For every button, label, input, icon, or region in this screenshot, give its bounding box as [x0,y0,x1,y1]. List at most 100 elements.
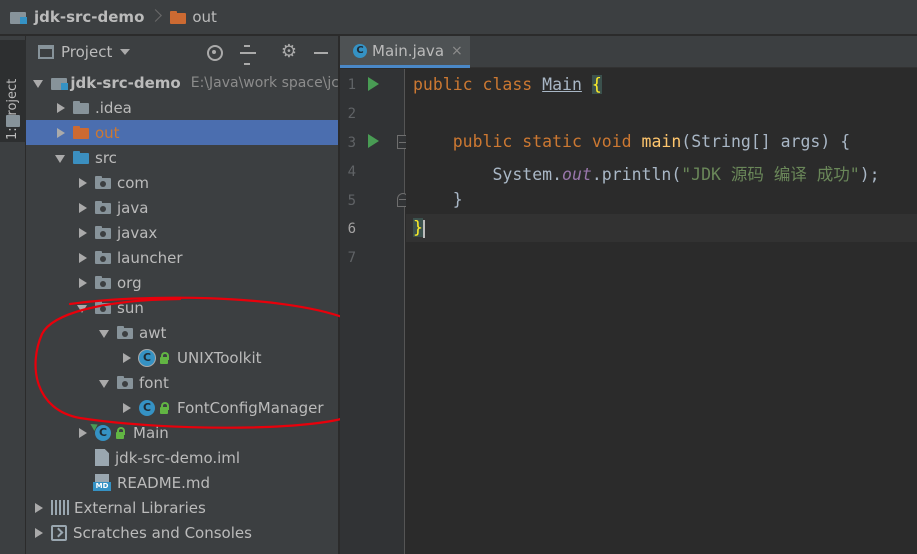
lock-icon [115,426,125,439]
line-number: 2 [347,106,356,122]
collapse-arrow-icon[interactable] [75,175,91,191]
excluded-folder-icon [73,126,89,139]
folder-icon [6,115,20,127]
collapse-arrow-icon[interactable] [75,275,91,291]
tree-item-readme[interactable]: README.md [26,470,338,495]
keyword: class [482,75,533,94]
expand-arrow-icon[interactable] [53,150,69,166]
tree-item-external-libraries[interactable]: External Libraries [26,495,338,520]
expand-arrow-icon[interactable] [31,75,47,91]
tree-item-launcher[interactable]: launcher [26,245,338,270]
code-editor[interactable]: public class Main { public static void m… [406,69,917,554]
tree-item-fontconfigmanager[interactable]: FontConfigManager [26,395,338,420]
runnable-class-icon [95,424,111,441]
class-icon [139,399,155,416]
tab-label: Main.java [372,41,445,60]
tree-item-src[interactable]: src [26,145,338,170]
collapse-arrow-icon[interactable] [75,200,91,216]
tree-item-label: out [95,123,120,142]
caret-line-highlight [406,214,917,242]
package-icon [117,376,133,389]
tree-item-unixtoolkit[interactable]: UNIXToolkit [26,345,338,370]
scratches-icon [51,524,67,541]
tree-item-org[interactable]: org [26,270,338,295]
package-icon [95,226,111,239]
tree-item-label: com [117,173,150,192]
expand-arrow-icon[interactable] [97,375,113,391]
markdown-file-icon [93,474,111,491]
collapse-arrow-icon[interactable] [53,100,69,116]
source-folder-icon [73,151,89,164]
line-number: 3 [347,135,356,151]
tree-item-out[interactable]: out [26,120,338,145]
class-name: Main [542,75,582,94]
collapse-arrow-icon[interactable] [119,400,135,416]
close-icon[interactable]: × [451,44,463,58]
tool-tab-project[interactable]: 1: Project [0,40,26,142]
chevron-down-icon[interactable] [120,49,131,55]
collapse-arrow-icon[interactable] [119,350,135,366]
tree-item-sun[interactable]: sun [26,295,338,320]
navigation-bar: jdk-src-demo out [0,0,917,35]
collapse-arrow-icon[interactable] [31,500,47,516]
expand-arrow-icon[interactable] [97,325,113,341]
keyword: void [591,132,632,151]
left-tool-strip: 1: Project [0,36,26,554]
tree-item-iml[interactable]: jdk-src-demo.iml [26,445,338,470]
collapse-all-icon[interactable] [239,43,259,65]
tree-item-label: javax [117,223,158,242]
tree-item-label: jdk-src-demo [70,73,181,92]
collapse-arrow-icon[interactable] [53,125,69,141]
project-view-selector[interactable]: Project [61,43,112,61]
breadcrumb-project-label: jdk-src-demo [34,8,145,26]
module-folder-icon [51,76,69,90]
tree-item-javax[interactable]: javax [26,220,338,245]
tree-item-font[interactable]: font [26,370,338,395]
expand-arrow-icon[interactable] [75,300,91,316]
tree-item-scratches[interactable]: Scratches and Consoles [26,520,338,545]
run-method-icon[interactable] [368,134,379,148]
project-panel-header: Project ⚙ [26,36,338,68]
library-icon [51,500,69,515]
package-icon [95,301,111,314]
tree-item-main[interactable]: Main [26,420,338,445]
keyword: public [452,132,513,151]
collapse-arrow-icon[interactable] [75,250,91,266]
breadcrumb-project[interactable]: jdk-src-demo [10,8,144,26]
package-icon [95,201,111,214]
code-line-5: } [413,190,463,209]
collapse-arrow-icon[interactable] [75,425,91,441]
editor-tab-bar: Main.java × [340,36,917,68]
hide-panel-icon[interactable] [312,43,332,63]
text-cursor [422,219,425,238]
tree-item-awt[interactable]: awt [26,320,338,345]
tab-main-java[interactable]: Main.java × [340,36,470,68]
class-icon [353,43,367,58]
brace: } [452,190,463,209]
folder-icon [73,101,89,114]
lock-icon [159,351,169,364]
gear-icon[interactable]: ⚙ [279,42,299,62]
module-file-icon [95,449,109,466]
module-folder-icon [10,10,28,24]
collapse-arrow-icon[interactable] [31,525,47,541]
editor-gutter: 1 2 3 4 5 6 7 [340,69,409,554]
tree-item-com[interactable]: com [26,170,338,195]
brace: { [591,75,602,94]
locate-file-icon[interactable] [205,43,225,63]
line-number: 7 [347,250,356,266]
tree-item-java[interactable]: java [26,195,338,220]
tree-item-label: awt [139,323,167,342]
code-text: .println( [591,165,682,184]
breadcrumb-separator-icon [150,7,164,27]
breadcrumb-out-label: out [192,8,217,26]
run-class-icon[interactable] [368,77,379,91]
tree-item-label: launcher [117,248,183,267]
tree-item-idea[interactable]: .idea [26,95,338,120]
tree-item-label: FontConfigManager [177,398,324,417]
tree-item-jdk-src-demo[interactable]: jdk-src-demo E:\Java\work space\jc [26,70,338,95]
collapse-arrow-icon[interactable] [75,225,91,241]
line-number: 1 [347,77,356,93]
code-line-1: public class Main { [413,75,602,94]
breadcrumb-out[interactable]: out [170,8,217,26]
